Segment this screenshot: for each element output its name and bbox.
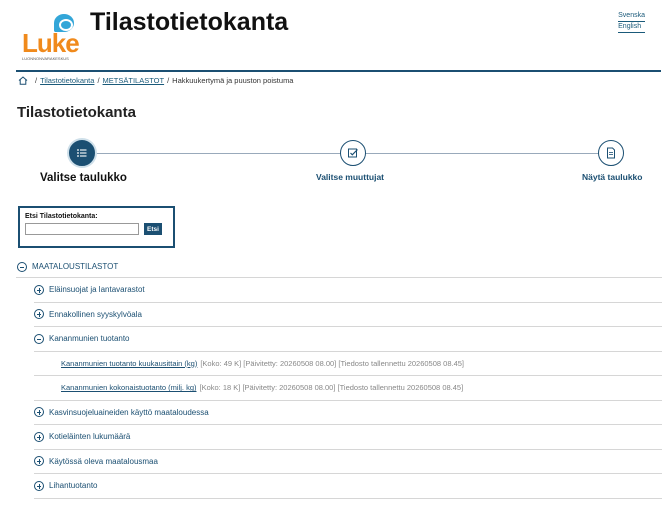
table-tree: MAATALOUSTILASTOT Eläinsuojat ja lantava…: [16, 256, 662, 499]
checkbox-icon: [340, 140, 366, 166]
list-icon: [69, 140, 95, 166]
luke-logo[interactable]: Luke LUONNONVARAKESKUS: [20, 14, 80, 62]
search-label: Etsi Tilastotietokanta:: [25, 213, 98, 220]
expand-icon[interactable]: [34, 284, 44, 295]
search-panel: Etsi Tilastotietokanta: Etsi: [18, 206, 175, 248]
document-icon: [598, 140, 624, 166]
breadcrumb-separator: /: [167, 76, 170, 85]
tree-node-label[interactable]: Lihantuotanto: [49, 481, 98, 490]
language-link-english[interactable]: English: [618, 22, 645, 33]
site-title: Tilastotietokanta: [90, 8, 289, 36]
tree-node-label[interactable]: Kasvinsuojeluaineiden käyttö maataloudes…: [49, 408, 209, 417]
breadcrumb-link-tilastotietokanta[interactable]: Tilastotietokanta: [40, 76, 94, 85]
table-link[interactable]: Kananmunien tuotanto kuukausittain (kg): [61, 359, 197, 368]
step-indicator: Valitse taulukko Valitse muuttujat Näytä…: [0, 140, 671, 190]
table-meta: [Koko: 49 K] [Päivitetty: 20260508 08.00…: [200, 358, 465, 368]
expand-icon[interactable]: [34, 456, 44, 467]
home-icon[interactable]: [18, 76, 28, 85]
tree-node-label[interactable]: MAATALOUSTILASTOT: [32, 262, 118, 271]
header: Luke LUONNONVARAKESKUS Tilastotietokanta…: [0, 0, 671, 72]
tree-node[interactable]: Kananmunien tuotanto: [34, 327, 662, 352]
expand-icon[interactable]: [34, 407, 44, 418]
tree-node-label[interactable]: Ennakollinen syyskylvöala: [49, 310, 142, 319]
expand-icon[interactable]: [34, 431, 44, 442]
collapse-icon[interactable]: [34, 333, 44, 344]
breadcrumb-separator: /: [97, 76, 100, 85]
table-link[interactable]: Kananmunien kokonaistuotanto (milj. kg): [61, 383, 197, 392]
breadcrumb: / Tilastotietokanta / METSÄTILASTOT / Ha…: [18, 76, 293, 85]
logo-subtext: LUONNONVARAKESKUS: [22, 56, 69, 61]
tree-node[interactable]: Ennakollinen syyskylvöala: [34, 303, 662, 327]
breadcrumb-current: Hakkuukertymä ja puuston poistuma: [172, 76, 294, 85]
expand-icon[interactable]: [34, 309, 44, 320]
collapse-icon[interactable]: [17, 261, 27, 272]
tree-node-label[interactable]: Eläinsuojat ja lantavarastot: [49, 285, 145, 294]
header-divider: [16, 70, 661, 72]
step-label-select-variables: Valitse muuttujat: [316, 172, 385, 182]
tree-node[interactable]: Lihantuotanto: [34, 474, 662, 499]
tree-node[interactable]: Eläinsuojat ja lantavarastot: [34, 278, 662, 303]
tree-node[interactable]: Kasvinsuojeluaineiden käyttö maataloudes…: [34, 401, 662, 425]
tree-node-label[interactable]: Kotieläinten lukumäärä: [49, 432, 130, 441]
logo-text: Luke: [22, 28, 80, 58]
search-input[interactable]: [25, 223, 139, 235]
breadcrumb-link-metsatilastot[interactable]: METSÄTILASTOT: [103, 76, 165, 85]
language-link-svenska[interactable]: Svenska: [618, 11, 645, 22]
page-title: Tilastotietokanta: [17, 104, 136, 121]
table-item[interactable]: Kananmunien tuotanto kuukausittain (kg) …: [34, 352, 662, 376]
tree-node-label[interactable]: Käytössä oleva maatalousmaa: [49, 457, 158, 466]
expand-icon[interactable]: [34, 480, 44, 491]
breadcrumb-separator: /: [35, 76, 38, 85]
tree-node-maataloustilastot[interactable]: MAATALOUSTILASTOT: [16, 256, 662, 278]
table-item[interactable]: Kananmunien kokonaistuotanto (milj. kg) …: [34, 376, 662, 401]
language-switcher: Svenska English: [618, 11, 645, 33]
tree-node[interactable]: Kotieläinten lukumäärä: [34, 425, 662, 450]
step-label-select-table: Valitse taulukko: [40, 172, 127, 184]
step-label-show-table: Näytä taulukko: [582, 172, 643, 182]
tree-node-label[interactable]: Kananmunien tuotanto: [49, 334, 130, 343]
search-row: Etsi: [25, 223, 168, 235]
search-button[interactable]: Etsi: [144, 223, 162, 235]
table-meta: [Koko: 18 K] [Päivitetty: 20260508 08.00…: [199, 383, 464, 393]
tree-node[interactable]: Käytössä oleva maatalousmaa: [34, 450, 662, 474]
